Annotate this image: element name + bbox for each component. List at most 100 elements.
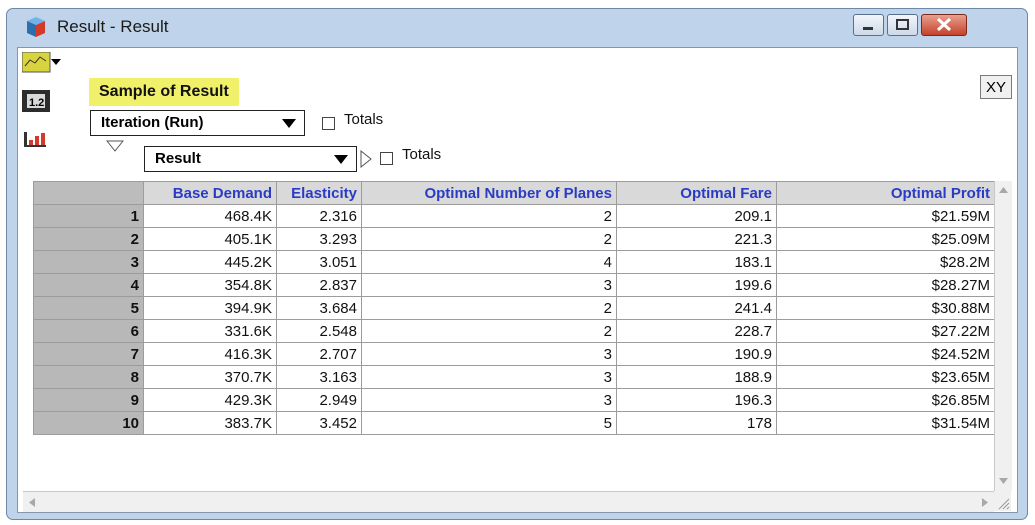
- table-cell[interactable]: 3.051: [276, 250, 362, 274]
- horizontal-scrollbar[interactable]: [23, 491, 994, 512]
- table-cell[interactable]: $31.54M: [776, 411, 995, 435]
- row-header[interactable]: 9: [33, 388, 144, 412]
- table-view-icon: 1.2: [22, 90, 50, 112]
- scroll-left-icon[interactable]: [28, 497, 36, 508]
- xy-button[interactable]: XY: [980, 75, 1012, 99]
- table-cell[interactable]: 354.8K: [143, 273, 277, 297]
- table-cell[interactable]: $27.22M: [776, 319, 995, 343]
- table-cell[interactable]: 221.3: [616, 227, 777, 251]
- close-button[interactable]: [921, 14, 967, 36]
- table-cell[interactable]: $28.2M: [776, 250, 995, 274]
- table-cell[interactable]: 2.548: [276, 319, 362, 343]
- row-header[interactable]: 8: [33, 365, 144, 389]
- scroll-right-icon[interactable]: [981, 497, 989, 508]
- scroll-up-icon[interactable]: [998, 186, 1009, 194]
- minimize-icon: [863, 27, 873, 30]
- chart-view-button[interactable]: [22, 128, 50, 150]
- row-header[interactable]: 3: [33, 250, 144, 274]
- row-header[interactable]: 1: [33, 204, 144, 228]
- totals-checkbox-1[interactable]: [322, 117, 335, 130]
- table-row: 3 445.2K 3.051 4 183.1 $28.2M: [33, 250, 995, 274]
- chevron-down-icon: [282, 119, 296, 128]
- table-cell[interactable]: 331.6K: [143, 319, 277, 343]
- table-cell[interactable]: 3.452: [276, 411, 362, 435]
- table-cell[interactable]: $26.85M: [776, 388, 995, 412]
- row-header[interactable]: 2: [33, 227, 144, 251]
- table-cell[interactable]: 4: [361, 250, 617, 274]
- maximize-button[interactable]: [887, 14, 918, 36]
- vertical-scrollbar[interactable]: [994, 181, 1012, 491]
- table-cell[interactable]: 199.6: [616, 273, 777, 297]
- table-cell[interactable]: 416.3K: [143, 342, 277, 366]
- table-row: 4 354.8K 2.837 3 199.6 $28.27M: [33, 273, 995, 297]
- table-cell[interactable]: $23.65M: [776, 365, 995, 389]
- totals-label-2: Totals: [402, 146, 442, 163]
- result-window: Result - Result 1.2 Sample of Result XY …: [6, 8, 1028, 520]
- table-cell[interactable]: 241.4: [616, 296, 777, 320]
- analytica-app-icon: [27, 17, 45, 37]
- bar-chart-icon: [24, 132, 46, 147]
- table-cell[interactable]: 3: [361, 388, 617, 412]
- table-cell[interactable]: 468.4K: [143, 204, 277, 228]
- title-bar[interactable]: Result - Result: [7, 9, 1027, 43]
- row-header[interactable]: 5: [33, 296, 144, 320]
- table-cell[interactable]: $21.59M: [776, 204, 995, 228]
- row-header[interactable]: 7: [33, 342, 144, 366]
- table-cell[interactable]: 2.949: [276, 388, 362, 412]
- chevron-down-icon: [334, 155, 348, 164]
- table-view-button[interactable]: 1.2: [22, 90, 50, 112]
- table-cell[interactable]: $30.88M: [776, 296, 995, 320]
- table-cell[interactable]: 183.1: [616, 250, 777, 274]
- resize-grip[interactable]: [994, 491, 1011, 511]
- table-cell[interactable]: 2.316: [276, 204, 362, 228]
- scroll-down-icon[interactable]: [998, 477, 1009, 485]
- table-row: 9 429.3K 2.949 3 196.3 $26.85M: [33, 388, 995, 412]
- table-cell[interactable]: 429.3K: [143, 388, 277, 412]
- table-cell[interactable]: 190.9: [616, 342, 777, 366]
- table-cell[interactable]: 209.1: [616, 204, 777, 228]
- iteration-dropdown[interactable]: Iteration (Run): [90, 110, 305, 136]
- column-header[interactable]: Optimal Profit: [776, 181, 995, 205]
- table-cell[interactable]: 2: [361, 227, 617, 251]
- graph-view-button[interactable]: [21, 51, 62, 74]
- table-cell[interactable]: $24.52M: [776, 342, 995, 366]
- table-cell[interactable]: 2: [361, 204, 617, 228]
- table-cell[interactable]: 370.7K: [143, 365, 277, 389]
- table-row: 5 394.9K 3.684 2 241.4 $30.88M: [33, 296, 995, 320]
- column-header[interactable]: Elasticity: [276, 181, 362, 205]
- column-header[interactable]: Optimal Number of Planes: [361, 181, 617, 205]
- row-header[interactable]: 6: [33, 319, 144, 343]
- minimize-button[interactable]: [853, 14, 884, 36]
- table-cell[interactable]: 3.293: [276, 227, 362, 251]
- table-cell[interactable]: 394.9K: [143, 296, 277, 320]
- table-cell[interactable]: 188.9: [616, 365, 777, 389]
- result-table: Base Demand Elasticity Optimal Number of…: [33, 181, 995, 435]
- graph-view-icon: [21, 51, 61, 73]
- table-cell[interactable]: 445.2K: [143, 250, 277, 274]
- column-header[interactable]: Optimal Fare: [616, 181, 777, 205]
- column-header[interactable]: Base Demand: [143, 181, 277, 205]
- sample-title: Sample of Result: [89, 78, 239, 106]
- table-cell[interactable]: 3: [361, 273, 617, 297]
- table-corner: [33, 181, 144, 205]
- table-cell[interactable]: 228.7: [616, 319, 777, 343]
- table-cell[interactable]: $28.27M: [776, 273, 995, 297]
- table-cell[interactable]: 196.3: [616, 388, 777, 412]
- table-cell[interactable]: 3.163: [276, 365, 362, 389]
- result-dropdown[interactable]: Result: [144, 146, 357, 172]
- table-cell[interactable]: 2: [361, 319, 617, 343]
- row-header[interactable]: 4: [33, 273, 144, 297]
- table-cell[interactable]: 3.684: [276, 296, 362, 320]
- table-cell[interactable]: 178: [616, 411, 777, 435]
- table-cell[interactable]: 2: [361, 296, 617, 320]
- totals-checkbox-2[interactable]: [380, 152, 393, 165]
- table-cell[interactable]: 3: [361, 365, 617, 389]
- table-cell[interactable]: 383.7K: [143, 411, 277, 435]
- table-cell[interactable]: 5: [361, 411, 617, 435]
- table-cell[interactable]: $25.09M: [776, 227, 995, 251]
- table-cell[interactable]: 3: [361, 342, 617, 366]
- table-cell[interactable]: 2.837: [276, 273, 362, 297]
- row-header[interactable]: 10: [33, 411, 144, 435]
- table-cell[interactable]: 405.1K: [143, 227, 277, 251]
- table-cell[interactable]: 2.707: [276, 342, 362, 366]
